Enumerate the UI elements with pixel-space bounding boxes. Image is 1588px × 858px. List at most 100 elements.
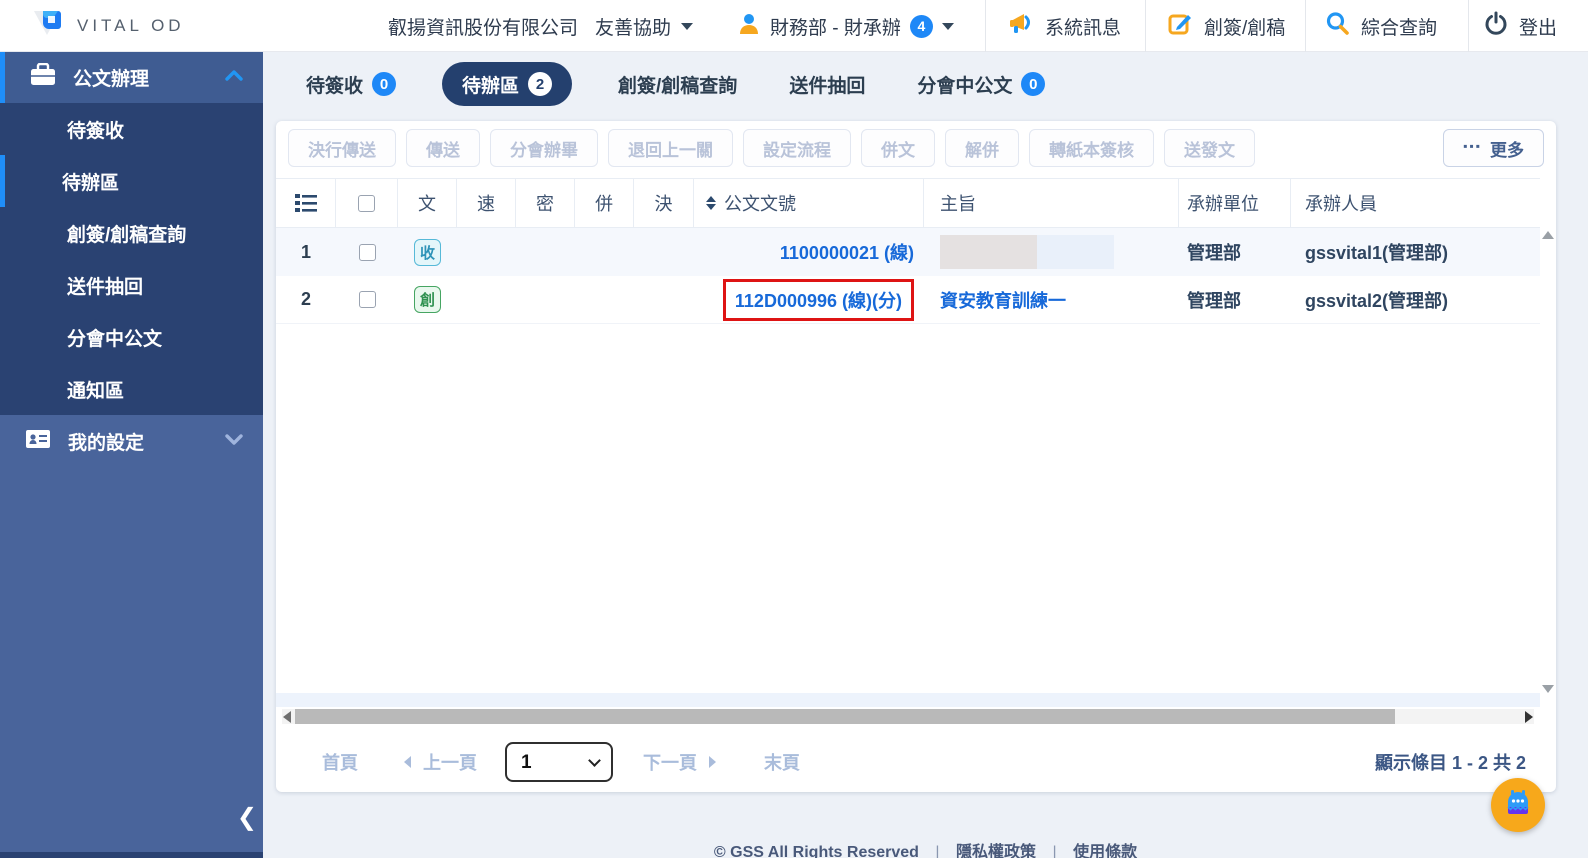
main-content: 待簽收 0 待辦區 2 創簽/創稿查詢 送件抽回 分會中公文 0 決行傳送 傳送… bbox=[263, 52, 1588, 858]
header-divider bbox=[1305, 0, 1306, 52]
tab-todo-area[interactable]: 待辦區 2 bbox=[442, 62, 573, 106]
redaction-block bbox=[1037, 235, 1114, 269]
vertical-scrollbar[interactable] bbox=[1540, 231, 1555, 693]
robot-icon bbox=[1501, 786, 1535, 825]
create-draft-button[interactable]: 創簽/創稿 bbox=[1168, 0, 1285, 52]
list-settings-icon[interactable] bbox=[276, 179, 336, 227]
header-divider bbox=[1145, 0, 1146, 52]
branch-complete-button[interactable]: 分會辦畢 bbox=[490, 129, 598, 167]
doc-type-badge-received: 收 bbox=[414, 238, 441, 266]
system-messages-button[interactable]: 系統訊息 bbox=[1008, 0, 1121, 52]
more-dots-icon: ▪▪▪ bbox=[1463, 139, 1482, 153]
handling-person: gssvital2(管理部) bbox=[1305, 290, 1449, 311]
select-all-checkbox[interactable] bbox=[358, 194, 375, 212]
doc-number-link[interactable]: 1100000021 (線) bbox=[780, 239, 914, 265]
document-list-card: 決行傳送 傳送 分會辦畢 退回上一關 設定流程 併文 解併 轉紙本簽核 送發文 … bbox=[276, 121, 1556, 792]
page-select[interactable]: 1 bbox=[505, 742, 613, 782]
tab-count-badge: 0 bbox=[372, 72, 397, 96]
sidebar-item-recall[interactable]: 送件抽回 bbox=[0, 259, 263, 311]
column-secret: 密 bbox=[516, 179, 575, 227]
send-button[interactable]: 傳送 bbox=[406, 129, 480, 167]
table-header: 文 速 密 併 決 公文文號 主旨 承辦單位 承辦人員 bbox=[276, 178, 1540, 228]
horizontal-scrollbar[interactable] bbox=[282, 709, 1534, 724]
next-page-button[interactable]: 下一頁 bbox=[643, 749, 697, 775]
global-search-button[interactable]: 綜合查詢 bbox=[1325, 0, 1437, 52]
column-doc-number[interactable]: 公文文號 bbox=[694, 179, 924, 227]
tab-pending-sign[interactable]: 待簽收 0 bbox=[300, 71, 402, 98]
row-checkbox[interactable] bbox=[358, 243, 376, 261]
caret-down-icon bbox=[941, 22, 954, 30]
toolbar: 決行傳送 傳送 分會辦畢 退回上一關 設定流程 併文 解併 轉紙本簽核 送發文 … bbox=[288, 128, 1544, 168]
handling-unit: 管理部 bbox=[1187, 290, 1241, 311]
scroll-down-icon[interactable] bbox=[1541, 685, 1554, 693]
more-button[interactable]: ▪▪▪ 更多 bbox=[1443, 129, 1544, 167]
sidebar-item-todo-area[interactable]: 待辦區 bbox=[0, 155, 263, 207]
merge-doc-button[interactable]: 併文 bbox=[861, 129, 935, 167]
row-index: 1 bbox=[300, 241, 311, 262]
sidebar-bottom-strip bbox=[0, 852, 263, 858]
table-bottom-stripe bbox=[276, 693, 1540, 707]
logout-button[interactable]: 登出 bbox=[1484, 0, 1557, 52]
column-doc-type: 文 bbox=[398, 179, 457, 227]
handling-unit: 管理部 bbox=[1187, 243, 1241, 263]
row-checkbox[interactable] bbox=[358, 291, 376, 308]
handling-person: gssvital1(管理部) bbox=[1305, 243, 1449, 263]
chevron-down-icon bbox=[225, 432, 243, 450]
megaphone-icon bbox=[1008, 11, 1034, 41]
prev-page-button[interactable]: 上一頁 bbox=[423, 749, 477, 775]
sidebar: 公文辦理 待簽收 待辦區 創簽/創稿查詢 送件抽回 分會中公文 通知區 我的設定… bbox=[0, 52, 263, 858]
sidebar-item-notifications[interactable]: 通知區 bbox=[0, 363, 263, 415]
search-icon bbox=[1325, 11, 1350, 42]
column-person: 承辦人員 bbox=[1305, 194, 1377, 214]
return-previous-button[interactable]: 退回上一關 bbox=[608, 129, 733, 167]
subject-link[interactable]: 資安教育訓練一 bbox=[940, 287, 1066, 313]
scroll-up-icon[interactable] bbox=[1541, 231, 1554, 239]
doc-number-link[interactable]: 112D000996 (線)(分) bbox=[735, 291, 902, 311]
red-annotation-box: 112D000996 (線)(分) bbox=[722, 278, 914, 321]
column-unit: 承辦單位 bbox=[1179, 179, 1291, 227]
table-row: 2 創 112D000996 (線)(分) 資安教育訓練一 管理部 gssvit… bbox=[276, 276, 1540, 324]
user-menu[interactable]: 財務部 - 財承辦 4 bbox=[737, 0, 954, 52]
tab-recall[interactable]: 送件抽回 bbox=[783, 71, 871, 98]
prev-arrow-icon[interactable] bbox=[404, 756, 411, 768]
sidebar-section-my-settings[interactable]: 我的設定 bbox=[0, 415, 263, 467]
tab-count-badge: 2 bbox=[528, 72, 553, 96]
column-merge: 併 bbox=[575, 179, 634, 227]
copyright-text: © GSS All Rights Reserved bbox=[713, 844, 919, 858]
send-dispatch-button[interactable]: 送發文 bbox=[1164, 129, 1255, 167]
next-arrow-icon[interactable] bbox=[709, 756, 716, 768]
chatbot-button[interactable] bbox=[1491, 778, 1545, 832]
approve-send-button[interactable]: 決行傳送 bbox=[288, 129, 396, 167]
app-logo[interactable]: VITAL OD bbox=[30, 0, 185, 52]
last-page-button[interactable]: 末頁 bbox=[764, 749, 800, 775]
redaction-block bbox=[940, 235, 1037, 269]
company-name: 叡揚資訊股份有限公司 bbox=[388, 17, 579, 39]
unmerge-button[interactable]: 解併 bbox=[945, 129, 1019, 167]
privacy-policy-link[interactable]: 隱私權政策 bbox=[956, 844, 1036, 858]
terms-link[interactable]: 使用條款 bbox=[1073, 844, 1137, 858]
first-page-button[interactable]: 首頁 bbox=[322, 749, 358, 775]
briefcase-icon bbox=[30, 62, 56, 92]
sidebar-section-documents[interactable]: 公文辦理 bbox=[0, 52, 263, 103]
column-speed: 速 bbox=[457, 179, 516, 227]
caret-down-icon bbox=[681, 22, 694, 30]
set-flow-button[interactable]: 設定流程 bbox=[743, 129, 851, 167]
help-menu[interactable]: 友善協助 bbox=[595, 0, 694, 52]
top-bar: VITAL OD 叡揚資訊股份有限公司 友善協助 財務部 - 財承辦 4 系統訊… bbox=[0, 0, 1588, 52]
sidebar-item-pending-sign[interactable]: 待簽收 bbox=[0, 103, 263, 155]
tab-draft-query[interactable]: 創簽/創稿查詢 bbox=[612, 71, 743, 98]
header-divider bbox=[985, 0, 986, 52]
tab-dispatch-docs[interactable]: 分會中公文 0 bbox=[911, 71, 1051, 98]
chevron-up-icon bbox=[225, 69, 243, 87]
scroll-left-icon[interactable] bbox=[283, 710, 291, 723]
sidebar-collapse-button[interactable]: ❮ bbox=[237, 806, 257, 830]
row-index: 2 bbox=[300, 289, 311, 309]
power-icon bbox=[1484, 11, 1508, 41]
items-count-info: 顯示條目 1 - 2 共 2 bbox=[1374, 753, 1526, 773]
sidebar-item-draft-query[interactable]: 創簽/創稿查詢 bbox=[0, 207, 263, 259]
paper-sign-button[interactable]: 轉紙本簽核 bbox=[1029, 129, 1154, 167]
scroll-right-icon[interactable] bbox=[1525, 710, 1533, 723]
vital-od-logo-icon bbox=[30, 5, 68, 48]
sidebar-item-dispatch-docs[interactable]: 分會中公文 bbox=[0, 311, 263, 363]
scrollbar-thumb[interactable] bbox=[295, 709, 1395, 724]
